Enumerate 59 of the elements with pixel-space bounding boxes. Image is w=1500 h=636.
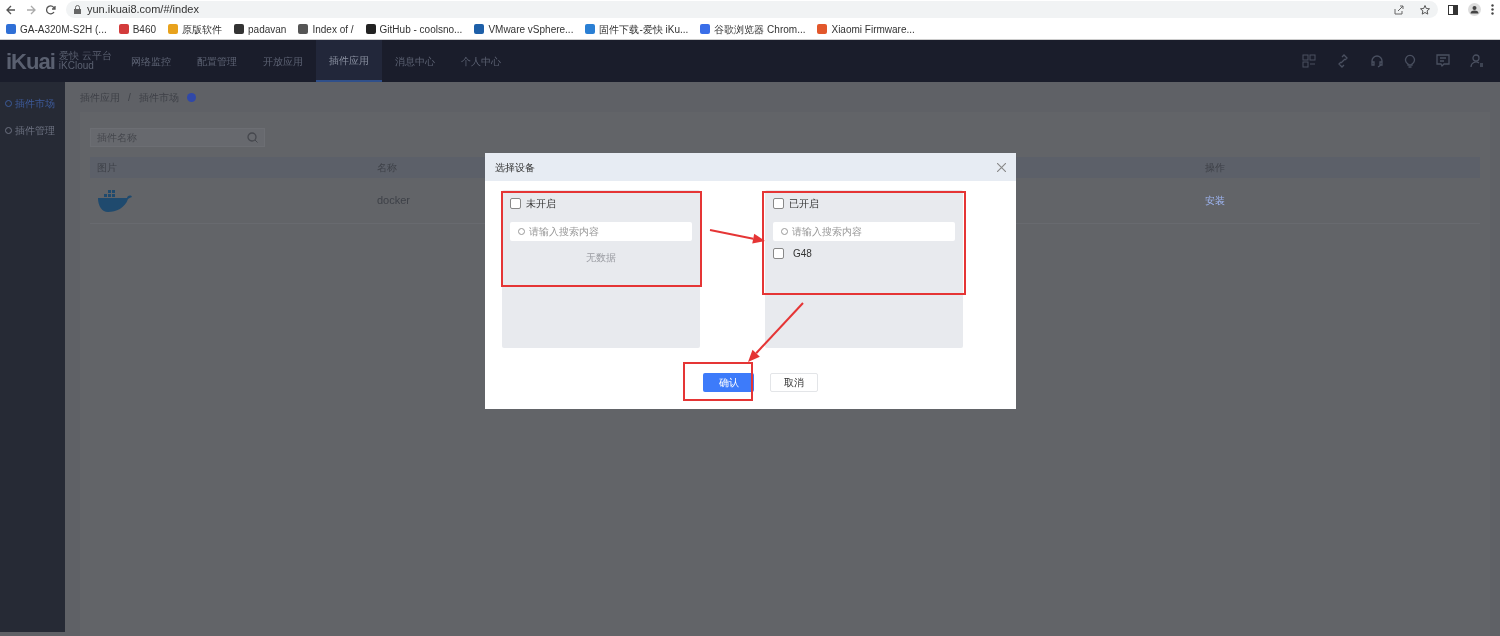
- search-icon: [781, 227, 789, 236]
- checkbox[interactable]: [773, 247, 784, 259]
- logo-caption: iKCloud: [58, 61, 95, 72]
- panel-title: 未开启: [526, 196, 556, 211]
- close-icon[interactable]: [997, 162, 1006, 172]
- bookmark-link[interactable]: padavan: [248, 21, 287, 37]
- checkbox[interactable]: [773, 197, 784, 209]
- sidebar-item[interactable]: 插件管理: [0, 117, 65, 144]
- back-icon[interactable]: [6, 4, 16, 15]
- circle-icon: [5, 100, 12, 107]
- breadcrumb-separator: /: [128, 90, 131, 105]
- dialog-title: 选择设备: [495, 160, 535, 175]
- menu-icon[interactable]: [1491, 4, 1494, 15]
- panel-title: 已开启: [789, 196, 819, 211]
- share-icon[interactable]: [1394, 4, 1404, 15]
- forward-icon[interactable]: [26, 4, 36, 15]
- headset-icon[interactable]: [1370, 54, 1384, 68]
- link-icon[interactable]: [1336, 54, 1350, 68]
- confirm-button[interactable]: 确认: [703, 373, 754, 392]
- url-text: yun.ikuai8.com/#/index: [87, 2, 199, 18]
- bookmark-link[interactable]: Xiaomi Firmware...: [831, 21, 915, 37]
- install-link[interactable]: 安装: [1205, 193, 1225, 209]
- message-icon[interactable]: [1436, 54, 1450, 68]
- profile-icon[interactable]: [1468, 3, 1481, 16]
- arrow: [748, 302, 804, 362]
- nav-tab[interactable]: 插件应用: [316, 40, 382, 82]
- search-icon: [518, 227, 526, 236]
- whale-icon: [97, 188, 133, 213]
- arrow: [709, 229, 765, 244]
- checkbox[interactable]: [510, 197, 521, 209]
- bookmark-link[interactable]: 谷歌浏览器 Chrom...: [714, 21, 806, 37]
- bookmark-link[interactable]: Index of /: [312, 21, 354, 37]
- highlight-frame: [683, 362, 753, 401]
- bulb-icon[interactable]: [1404, 54, 1416, 68]
- cancel-button[interactable]: 取消: [770, 373, 818, 392]
- placeholder-text: 请输入搜索内容: [792, 225, 862, 239]
- nav-tab[interactable]: 网络监控: [118, 40, 184, 82]
- lock-icon: [74, 5, 81, 14]
- search-field[interactable]: 请输入搜索内容: [510, 222, 692, 241]
- search-field[interactable]: 请输入搜索内容: [773, 222, 955, 241]
- bookmark-link[interactable]: 固件下载-爱快 iKu...: [599, 21, 689, 37]
- bookmark-link[interactable]: GA-A320M-S2H (...: [20, 21, 107, 37]
- bookmark-link[interactable]: 原版软件: [182, 21, 223, 37]
- star-icon[interactable]: [1420, 4, 1430, 15]
- user-icon[interactable]: [1470, 54, 1484, 68]
- address-bar[interactable]: yun.ikuai8.com/#/index: [66, 1, 1438, 18]
- nav-tab[interactable]: 开放应用: [250, 40, 316, 82]
- nav-tab[interactable]: 消息中心: [382, 40, 448, 82]
- reload-icon[interactable]: [46, 4, 56, 15]
- bookmark-link[interactable]: VMware vSphere...: [488, 21, 574, 37]
- side-panel-icon[interactable]: [1448, 4, 1458, 15]
- grid-icon[interactable]: [1302, 54, 1316, 68]
- bookmark-link[interactable]: GitHub - coolsno...: [379, 21, 463, 37]
- device-label: G48: [793, 246, 812, 261]
- logo: iKuai: [6, 47, 55, 76]
- bookmark-link[interactable]: B460: [132, 21, 157, 37]
- empty-message: 无数据: [585, 251, 617, 265]
- placeholder-text: 请输入搜索内容: [529, 225, 599, 239]
- circle-icon: [5, 127, 12, 134]
